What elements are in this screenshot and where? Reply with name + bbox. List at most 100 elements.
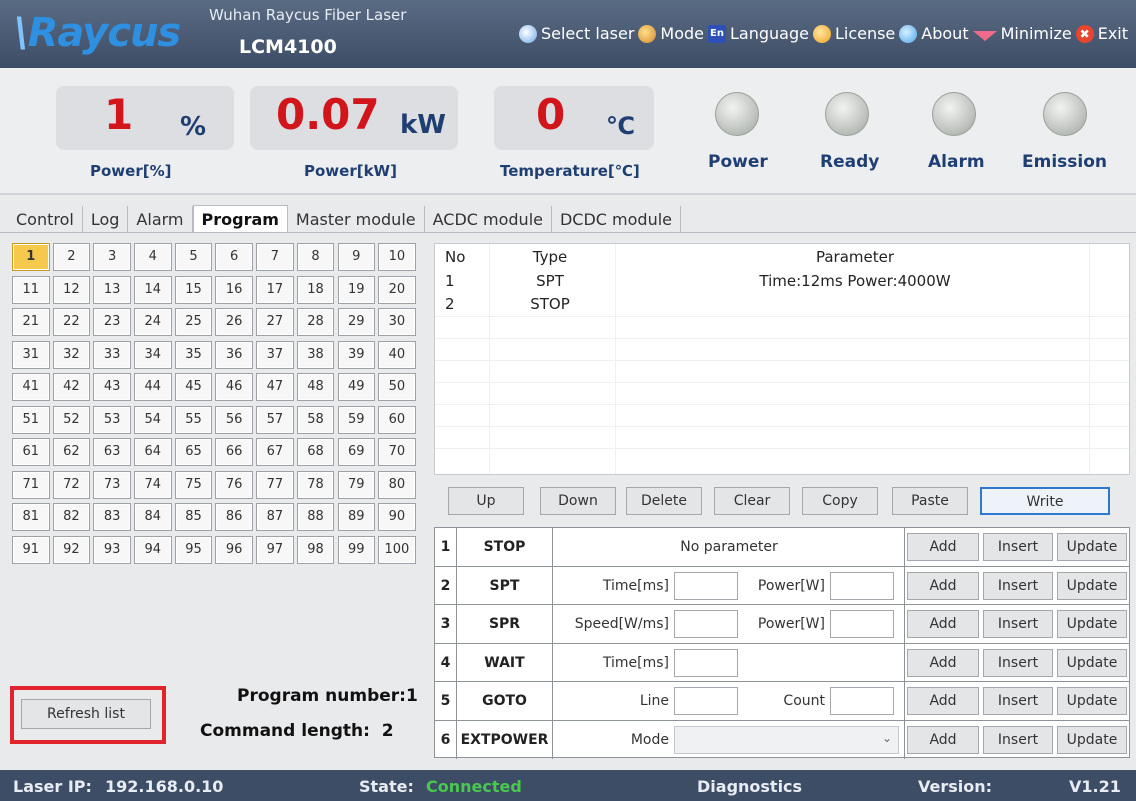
add-button[interactable]: Add [907,571,979,600]
program-button-13[interactable]: 13 [93,275,131,304]
program-button-92[interactable]: 92 [52,535,91,564]
program-button-84[interactable]: 84 [134,503,172,531]
program-button-19[interactable]: 19 [337,275,375,304]
add-button[interactable]: Add [907,610,979,638]
program-button-52[interactable]: 52 [52,405,91,434]
program-button-4[interactable]: 4 [134,243,172,271]
program-button-49[interactable]: 49 [337,373,375,401]
program-button-47[interactable]: 47 [256,373,294,401]
program-button-20[interactable]: 20 [378,275,416,304]
program-button-3[interactable]: 3 [93,243,131,271]
program-button-8[interactable]: 8 [296,243,335,271]
write-button[interactable]: Write [980,487,1110,515]
program-button-89[interactable]: 89 [337,503,375,531]
delete-button[interactable]: Delete [626,487,702,515]
program-button-34[interactable]: 34 [134,340,172,369]
program-button-76[interactable]: 76 [215,470,253,499]
add-button[interactable]: Add [907,648,979,677]
program-button-28[interactable]: 28 [296,308,335,336]
time-input[interactable] [674,648,738,677]
tab-dcdc-module[interactable]: DCDC module [552,206,682,233]
program-button-59[interactable]: 59 [337,405,375,434]
program-button-91[interactable]: 91 [12,535,50,564]
program-button-61[interactable]: 61 [12,438,50,466]
program-button-11[interactable]: 11 [12,275,50,304]
insert-button[interactable]: Insert [983,725,1053,754]
minimize-button[interactable]: Minimize [972,24,1072,43]
program-button-6[interactable]: 6 [215,243,253,271]
clear-button[interactable]: Clear [714,487,790,515]
program-button-71[interactable]: 71 [12,470,50,499]
program-button-88[interactable]: 88 [296,503,335,531]
program-button-27[interactable]: 27 [256,308,294,336]
program-button-2[interactable]: 2 [52,243,91,271]
program-button-79[interactable]: 79 [337,470,375,499]
program-button-46[interactable]: 46 [215,373,253,401]
program-button-38[interactable]: 38 [296,340,335,369]
program-button-86[interactable]: 86 [215,503,253,531]
paste-button[interactable]: Paste [892,487,968,515]
power-input[interactable] [830,610,894,638]
language-button[interactable]: En Language [707,24,809,43]
program-button-68[interactable]: 68 [296,438,335,466]
program-button-16[interactable]: 16 [215,275,253,304]
add-button[interactable]: Add [907,725,979,754]
diagnostics-label[interactable]: Diagnostics [697,777,802,796]
program-button-66[interactable]: 66 [215,438,253,466]
tab-program[interactable]: Program [192,205,288,233]
insert-button[interactable]: Insert [983,648,1053,677]
license-button[interactable]: License [812,24,895,43]
mode-button[interactable]: Mode [638,24,704,43]
program-button-33[interactable]: 33 [93,340,131,369]
program-button-40[interactable]: 40 [378,340,416,369]
tab-master-module[interactable]: Master module [288,206,425,233]
program-button-56[interactable]: 56 [215,405,253,434]
program-button-45[interactable]: 45 [174,373,213,401]
program-button-36[interactable]: 36 [215,340,253,369]
program-button-63[interactable]: 63 [93,438,131,466]
program-button-43[interactable]: 43 [93,373,131,401]
program-button-30[interactable]: 30 [378,308,416,336]
program-button-64[interactable]: 64 [134,438,172,466]
program-button-65[interactable]: 65 [174,438,213,466]
program-button-24[interactable]: 24 [134,308,172,336]
program-button-55[interactable]: 55 [174,405,213,434]
program-button-67[interactable]: 67 [256,438,294,466]
refresh-list-button[interactable]: Refresh list [21,699,151,729]
time-input[interactable] [674,571,738,600]
program-button-18[interactable]: 18 [296,275,335,304]
program-button-51[interactable]: 51 [12,405,50,434]
program-button-60[interactable]: 60 [378,405,416,434]
about-button[interactable]: About [899,24,969,43]
copy-button[interactable]: Copy [802,487,878,515]
program-button-73[interactable]: 73 [93,470,131,499]
insert-button[interactable]: Insert [983,687,1053,715]
update-button[interactable]: Update [1057,610,1127,638]
program-button-97[interactable]: 97 [256,535,294,564]
program-button-42[interactable]: 42 [52,373,91,401]
program-button-10[interactable]: 10 [378,243,416,271]
program-button-54[interactable]: 54 [134,405,172,434]
program-button-32[interactable]: 32 [52,340,91,369]
count-input[interactable] [830,687,894,715]
program-button-96[interactable]: 96 [215,535,253,564]
program-button-72[interactable]: 72 [52,470,91,499]
program-button-99[interactable]: 99 [337,535,375,564]
program-button-69[interactable]: 69 [337,438,375,466]
program-button-22[interactable]: 22 [52,308,91,336]
add-button[interactable]: Add [907,533,979,561]
list-row[interactable]: 1 SPT Time:12ms Power:4000W [435,272,1129,294]
program-button-100[interactable]: 100 [378,535,416,564]
program-button-95[interactable]: 95 [174,535,213,564]
tab-acdc-module[interactable]: ACDC module [425,206,552,233]
program-button-21[interactable]: 21 [12,308,50,336]
program-button-12[interactable]: 12 [52,275,91,304]
program-button-31[interactable]: 31 [12,340,50,369]
program-button-39[interactable]: 39 [337,340,375,369]
program-button-44[interactable]: 44 [134,373,172,401]
program-button-94[interactable]: 94 [134,535,172,564]
insert-button[interactable]: Insert [983,610,1053,638]
tab-log[interactable]: Log [83,206,129,233]
update-button[interactable]: Update [1057,648,1127,677]
exit-button[interactable]: ✖ Exit [1075,24,1128,43]
